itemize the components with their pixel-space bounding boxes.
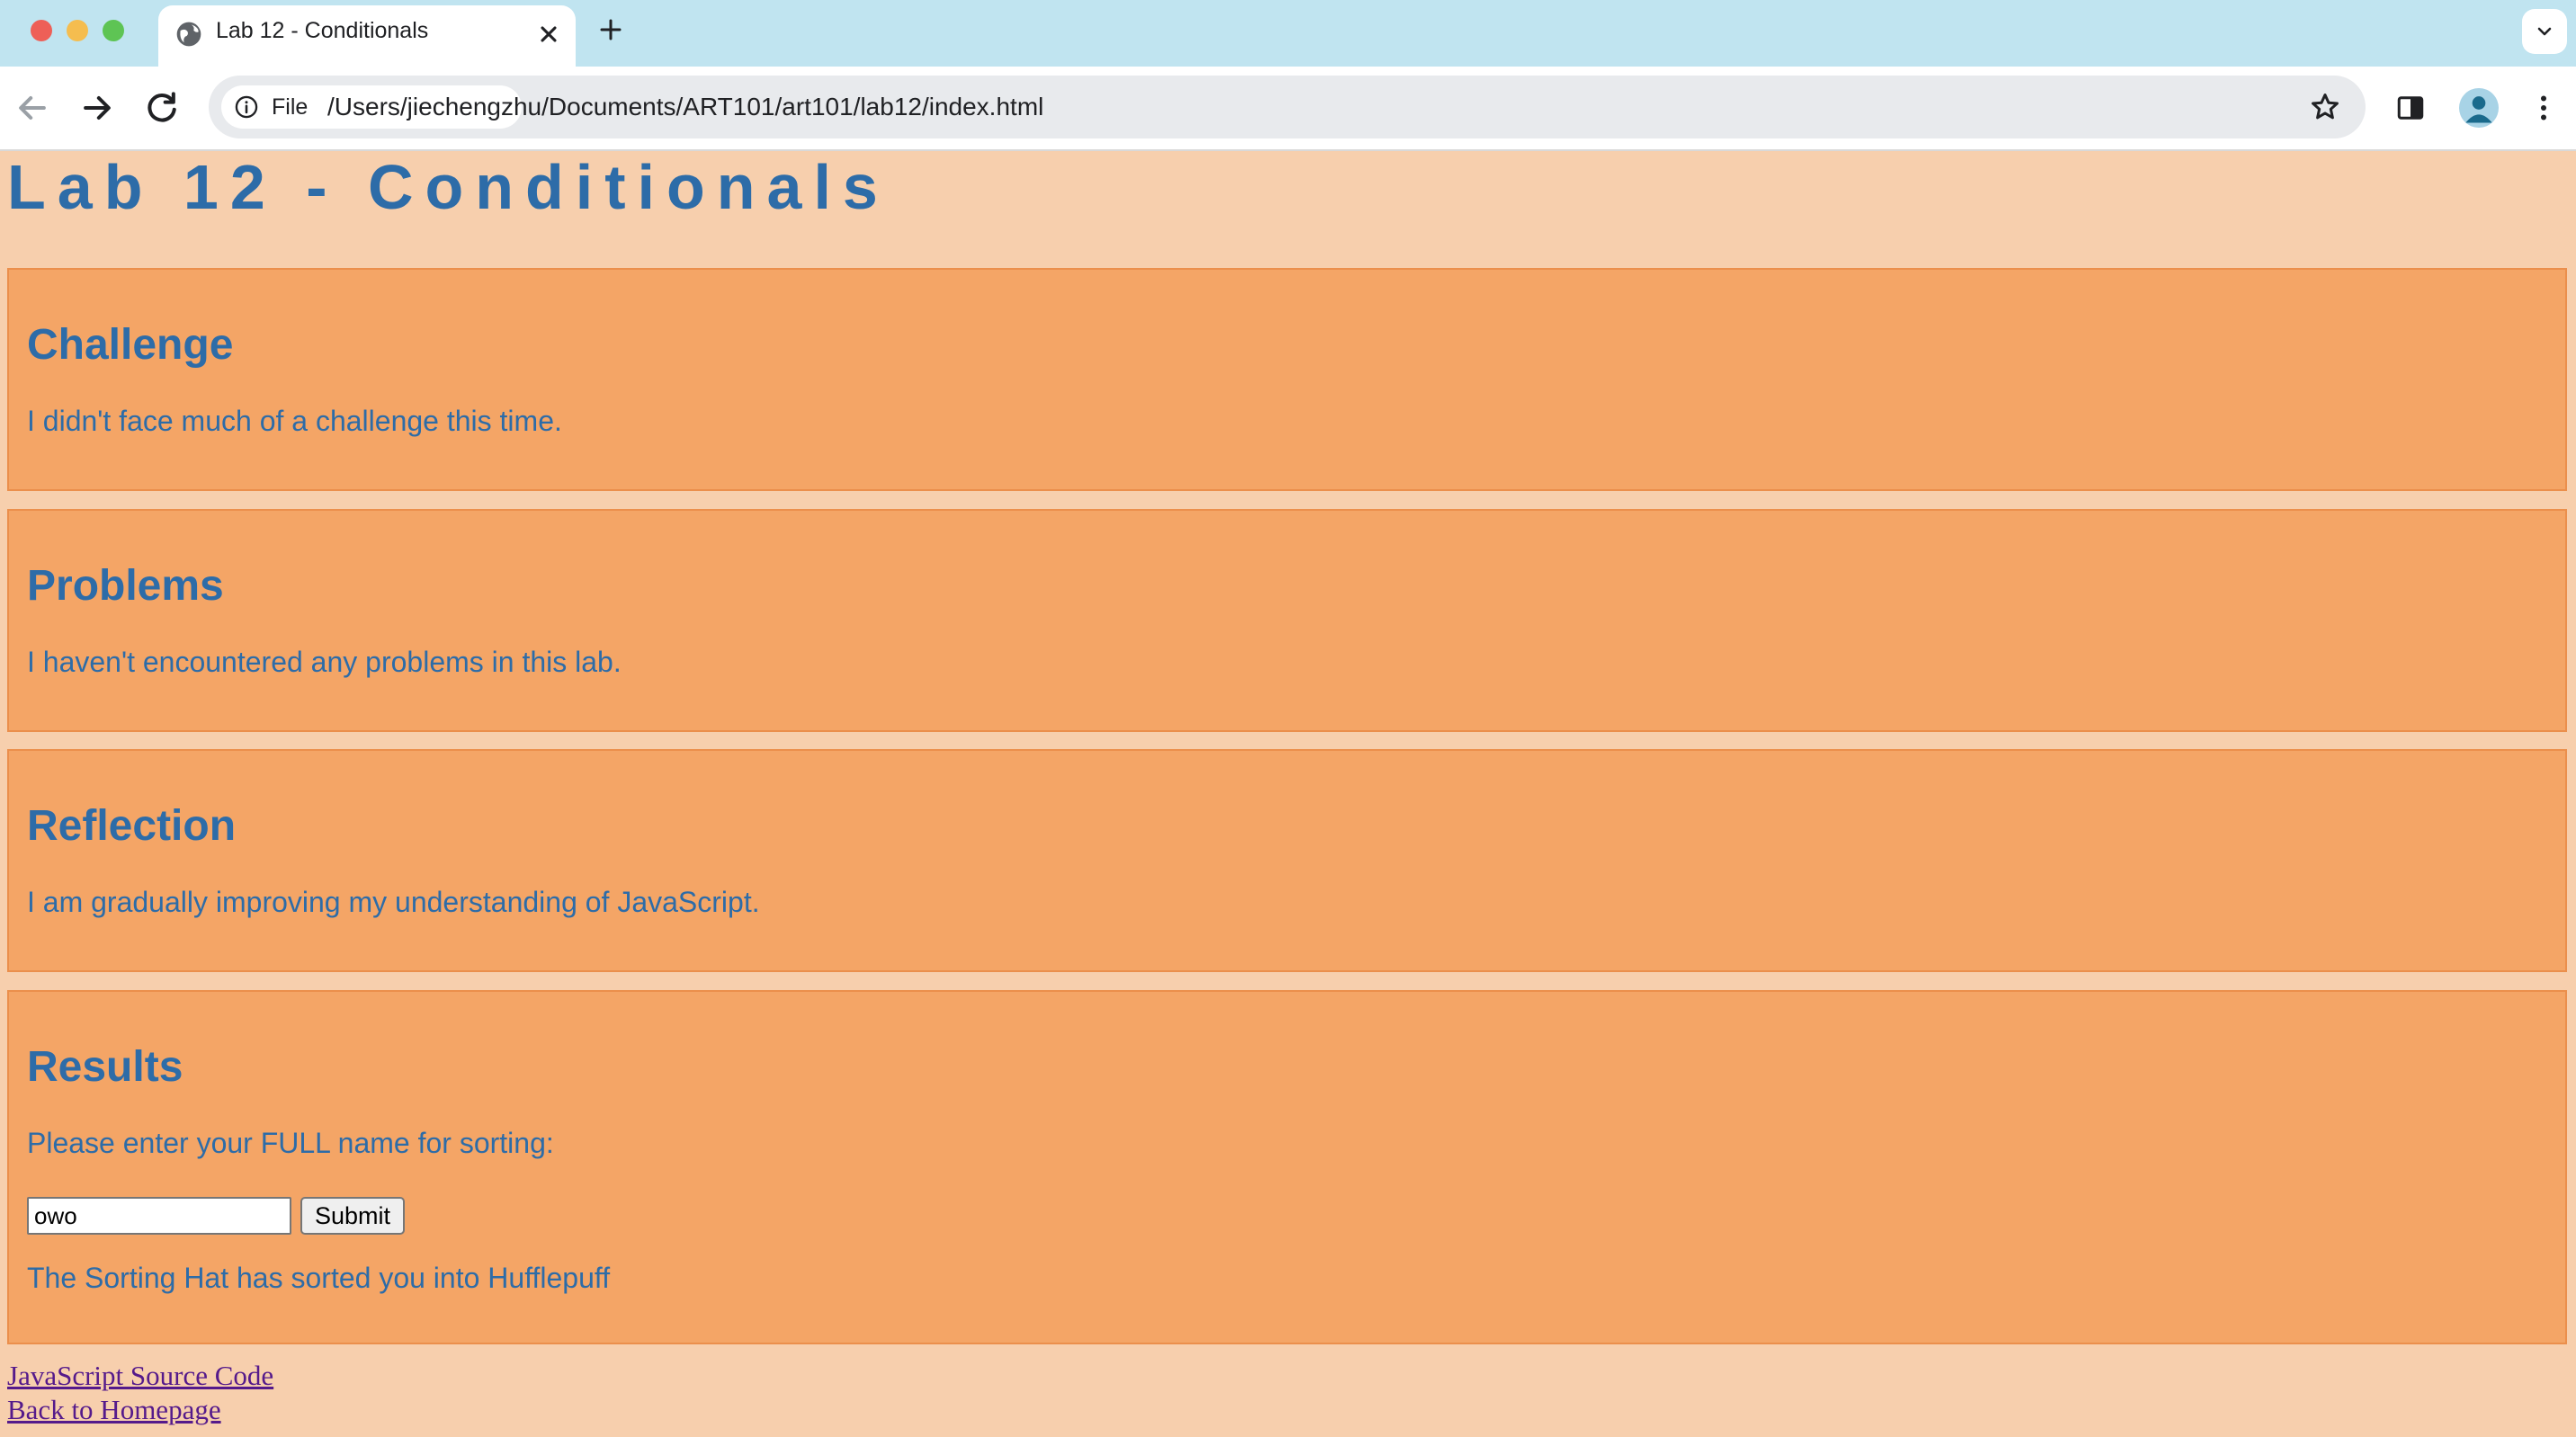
minimize-window-button[interactable] [67, 20, 88, 41]
browser-tab-active[interactable]: Lab 12 - Conditionals [158, 5, 576, 67]
back-to-homepage-link[interactable]: Back to Homepage [7, 1394, 221, 1426]
close-tab-icon[interactable] [536, 22, 561, 47]
browser-toolbar: File /Users/jiechengzhu/Documents/ART101… [0, 67, 2576, 151]
section-text: I am gradually improving my understandin… [27, 886, 760, 918]
section-heading: Challenge [27, 321, 234, 369]
site-chip-label: File [272, 94, 309, 120]
url-text[interactable]: /Users/jiechengzhu/Documents/ART101/art1… [327, 93, 1043, 121]
globe-icon [176, 22, 201, 47]
name-prompt: Please enter your FULL name for sorting: [27, 1127, 554, 1159]
address-bar[interactable]: File /Users/jiechengzhu/Documents/ART101… [209, 76, 2366, 138]
more-options-icon[interactable] [2527, 92, 2560, 124]
bookmark-star-icon[interactable] [2308, 90, 2342, 124]
name-input[interactable] [27, 1197, 291, 1235]
problems-section: Problems I haven't encountered any probl… [7, 509, 2567, 732]
forward-arrow-icon[interactable] [77, 88, 117, 128]
new-tab-icon[interactable] [597, 16, 624, 43]
page-title: Lab 12 - Conditionals [7, 152, 890, 222]
maximize-window-button[interactable] [103, 20, 124, 41]
section-text: I haven't encountered any problems in th… [27, 646, 622, 678]
section-heading: Results [27, 1043, 183, 1091]
reflection-section: Reflection I am gradually improving my u… [7, 749, 2567, 972]
person-icon [2465, 96, 2492, 123]
submit-button[interactable]: Submit [300, 1197, 406, 1235]
back-arrow-icon[interactable] [13, 88, 52, 128]
side-panel-icon[interactable] [2394, 92, 2427, 124]
tab-search-button[interactable] [2522, 9, 2567, 54]
section-heading: Problems [27, 562, 224, 610]
tab-title: Lab 12 - Conditionals [216, 18, 429, 43]
info-icon [235, 95, 258, 119]
page-content: Lab 12 - Conditionals Challenge I didn't… [0, 151, 2576, 1437]
chevron-down-icon [2537, 27, 2552, 36]
results-section: Results Please enter your FULL name for … [7, 990, 2567, 1344]
reload-icon[interactable] [142, 88, 182, 128]
browser-tab-bar: Lab 12 - Conditionals [0, 0, 2576, 67]
sorting-result: The Sorting Hat has sorted you into Huff… [27, 1262, 611, 1294]
profile-avatar[interactable] [2459, 88, 2499, 128]
close-window-button[interactable] [31, 20, 52, 41]
javascript-source-link[interactable]: JavaScript Source Code [7, 1360, 273, 1392]
challenge-section: Challenge I didn't face much of a challe… [7, 268, 2567, 491]
section-heading: Reflection [27, 802, 237, 850]
section-text: I didn't face much of a challenge this t… [27, 405, 562, 437]
